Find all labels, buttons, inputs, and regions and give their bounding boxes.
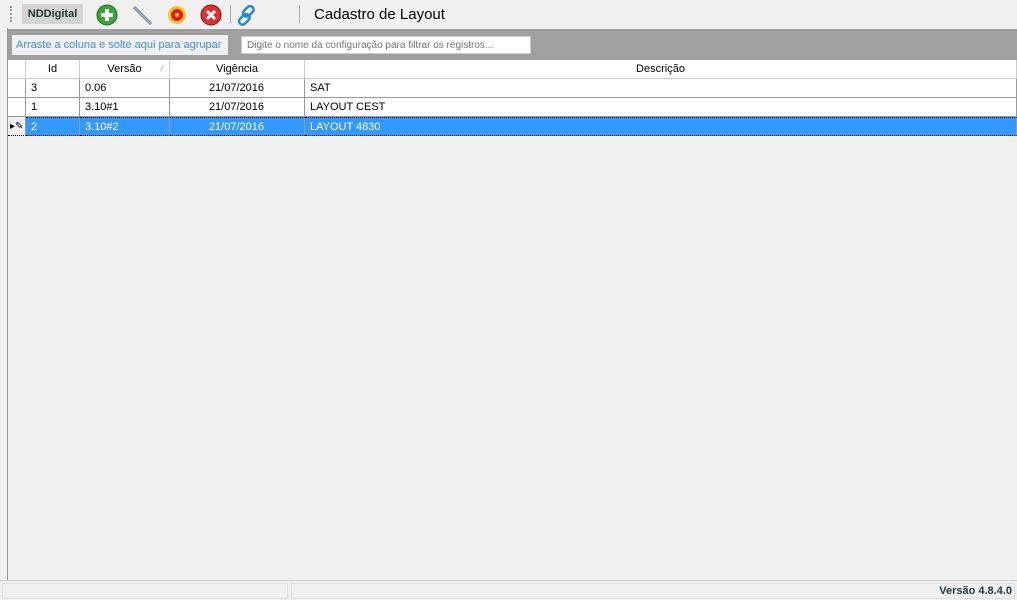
column-header-descricao[interactable]: Descrição [305,60,1017,79]
cell-versao: 0.06 [80,79,170,98]
cell-id: 1 [26,98,80,117]
cell-vigencia: 21/07/2016 [170,98,305,117]
row-indicator[interactable] [8,79,26,98]
left-splitter[interactable] [0,28,8,580]
cell-id: 2 [26,117,80,136]
table-row[interactable]: 1 3.10#1 21/07/2016 LAYOUT CEST [8,98,1017,117]
toolbar-separator [230,5,231,23]
editing-row-pencil-icon: ▸✎ [10,121,24,132]
filter-input[interactable] [241,36,531,54]
toolbar: NDDigital Cadastro de Layout [0,0,1017,28]
link-icon [237,4,255,26]
link-button[interactable] [236,4,258,26]
edit-pencil-icon [132,5,153,26]
status-bar: Versão 4.8.4.0 [0,580,1017,600]
row-indicator-header [8,60,26,79]
column-header-label: Versão [107,63,142,75]
layout-grid: Id Versão ∕ Vigência Descrição 3 0.06 21/… [8,60,1017,136]
column-header-versao[interactable]: Versão ∕ [80,60,170,79]
delete-icon [200,4,222,26]
page-title: Cadastro de Layout [314,6,445,23]
column-header-vigencia[interactable]: Vigência [170,60,305,79]
toolbar-grip[interactable] [10,6,12,22]
status-panel [2,583,288,599]
edit-button[interactable] [131,4,153,26]
add-icon [96,4,118,26]
grid-header: Id Versão ∕ Vigência Descrição [8,60,1017,79]
brand-button[interactable]: NDDigital [22,4,83,24]
cell-vigencia: 21/07/2016 [170,117,305,136]
cell-versao: 3.10#2 [80,117,170,136]
add-button[interactable] [96,4,118,26]
row-indicator[interactable]: ▸✎ [8,117,26,136]
toolbar-separator [299,5,300,23]
cell-descricao: LAYOUT 4830 [305,117,1017,136]
delete-button[interactable] [200,4,222,26]
cell-versao: 3.10#1 [80,98,170,117]
cell-vigencia: 21/07/2016 [170,79,305,98]
version-label: Versão 4.8.4.0 [291,583,1015,599]
row-indicator[interactable] [8,98,26,117]
table-row[interactable]: 3 0.06 21/07/2016 SAT [8,79,1017,98]
column-header-id[interactable]: Id [26,60,80,79]
cell-descricao: SAT [305,79,1017,98]
settings-gear-icon [168,6,186,24]
settings-button[interactable] [166,4,188,26]
sort-ascending-icon: ∕ [161,64,163,73]
table-row-selected[interactable]: ▸✎ 2 3.10#2 21/07/2016 LAYOUT 4830 [8,117,1017,136]
cell-descricao: LAYOUT CEST [305,98,1017,117]
group-by-hint[interactable]: Arraste a coluna e solte aqui para agrup… [12,35,228,55]
cell-id: 3 [26,79,80,98]
